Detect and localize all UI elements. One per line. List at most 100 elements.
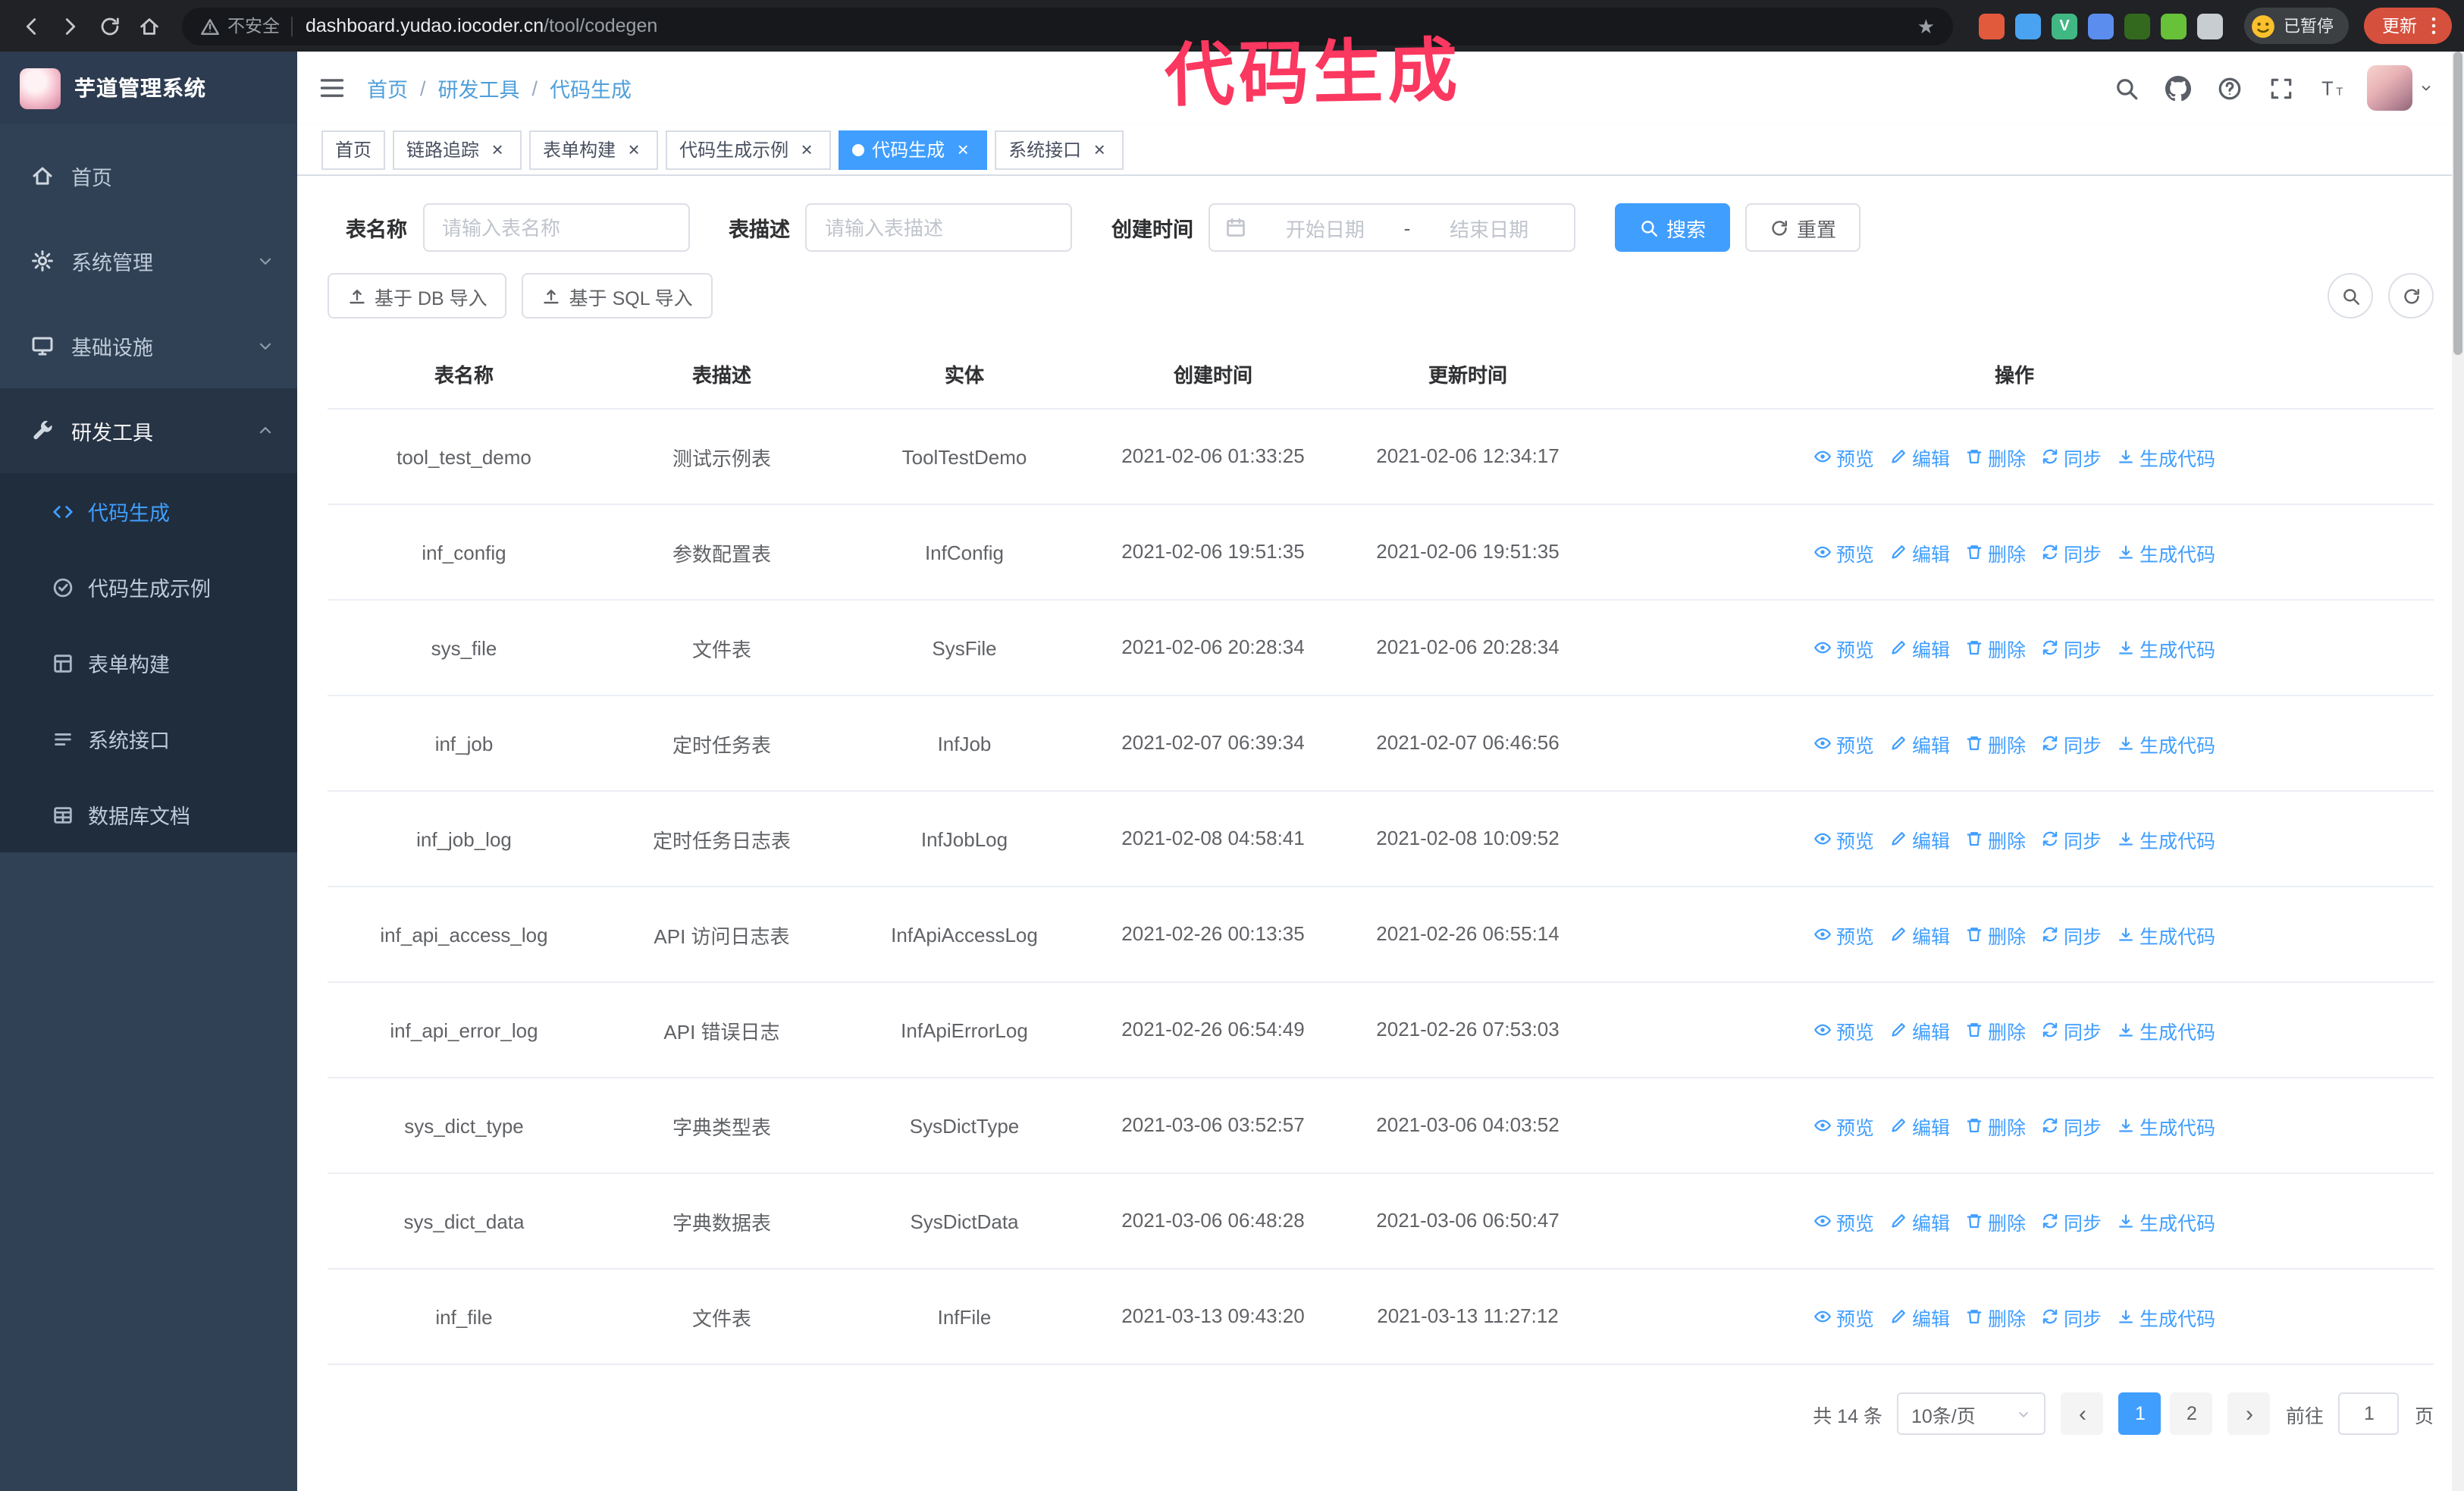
import-db-button[interactable]: 基于 DB 导入 [328, 273, 507, 319]
delete-action[interactable]: 删除 [1965, 538, 2026, 567]
sidebar-submenu-item[interactable]: 代码生成 [0, 473, 297, 549]
toggle-search-button[interactable] [2328, 273, 2373, 319]
breadcrumb-item[interactable]: 首页 [367, 73, 408, 103]
browser-extension-icon[interactable] [2088, 13, 2114, 39]
delete-action[interactable]: 删除 [1965, 729, 2026, 758]
preview-action[interactable]: 预览 [1814, 1111, 1874, 1140]
delete-action[interactable]: 删除 [1965, 824, 2026, 853]
generate-code-action[interactable]: 生成代码 [2117, 729, 2215, 758]
tab-close-icon[interactable]: × [623, 139, 644, 160]
tab-close-icon[interactable]: × [487, 139, 508, 160]
search-button[interactable]: 搜索 [1615, 203, 1731, 252]
generate-code-action[interactable]: 生成代码 [2117, 1302, 2215, 1331]
preview-action[interactable]: 预览 [1814, 1015, 1874, 1044]
chevron-down-icon[interactable] [2419, 80, 2434, 96]
delete-action[interactable]: 删除 [1965, 920, 2026, 949]
bookmark-star-icon[interactable]: ★ [1917, 16, 1935, 36]
browser-extension-icon[interactable]: V [2052, 13, 2077, 39]
tab[interactable]: 表单构建 × [529, 130, 659, 169]
breadcrumb-item[interactable]: 研发工具 [438, 73, 520, 103]
edit-action[interactable]: 编辑 [1889, 1302, 1950, 1331]
browser-extension-icon[interactable] [1979, 13, 2005, 39]
browser-extension-icon[interactable] [2015, 13, 2041, 39]
edit-action[interactable]: 编辑 [1889, 538, 1950, 567]
tab-close-icon[interactable]: × [1089, 139, 1110, 160]
edit-action[interactable]: 编辑 [1889, 824, 1950, 853]
search-icon[interactable] [2114, 75, 2140, 101]
browser-reload-icon[interactable] [91, 8, 127, 44]
preview-action[interactable]: 预览 [1814, 442, 1874, 471]
sync-action[interactable]: 同步 [2041, 920, 2102, 949]
preview-action[interactable]: 预览 [1814, 633, 1874, 662]
tab[interactable]: 代码生成 × [839, 130, 988, 169]
preview-action[interactable]: 预览 [1814, 1302, 1874, 1331]
prev-page-button[interactable]: ‹ [2061, 1392, 2104, 1435]
delete-action[interactable]: 删除 [1965, 633, 2026, 662]
tab[interactable]: 首页 [321, 130, 386, 169]
browser-forward-icon[interactable] [52, 8, 88, 44]
sidebar-toggle-icon[interactable] [318, 74, 346, 102]
next-page-button[interactable]: › [2227, 1392, 2271, 1435]
question-icon[interactable] [2217, 75, 2243, 101]
edit-action[interactable]: 编辑 [1889, 729, 1950, 758]
edit-action[interactable]: 编辑 [1889, 920, 1950, 949]
sidebar-menu-item[interactable]: 系统管理 [0, 218, 297, 303]
page-number-button[interactable]: 1 [2118, 1392, 2161, 1435]
sync-action[interactable]: 同步 [2041, 1015, 2102, 1044]
edit-action[interactable]: 编辑 [1889, 442, 1950, 471]
profile-paused-button[interactable]: 已暂停 [2244, 8, 2349, 44]
tab-close-icon[interactable]: × [952, 139, 973, 160]
delete-action[interactable]: 删除 [1965, 1302, 2026, 1331]
tab[interactable]: 系统接口 × [995, 130, 1124, 169]
edit-action[interactable]: 编辑 [1889, 1015, 1950, 1044]
fullscreen-icon[interactable] [2268, 75, 2294, 101]
table-name-input[interactable] [422, 203, 689, 252]
scrollbar-thumb[interactable] [2453, 52, 2462, 355]
tab-close-icon[interactable]: × [796, 139, 817, 160]
generate-code-action[interactable]: 生成代码 [2117, 633, 2215, 662]
browser-extension-icon[interactable] [2197, 13, 2223, 39]
date-start-placeholder[interactable]: 开始日期 [1256, 213, 1395, 242]
sidebar-menu-item[interactable]: 首页 [0, 133, 297, 218]
browser-back-icon[interactable] [12, 8, 49, 44]
generate-code-action[interactable]: 生成代码 [2117, 442, 2215, 471]
goto-page-input[interactable] [2338, 1392, 2400, 1435]
delete-action[interactable]: 删除 [1965, 1111, 2026, 1140]
user-avatar[interactable] [2367, 65, 2412, 111]
sidebar-submenu-item[interactable]: 代码生成示例 [0, 549, 297, 625]
generate-code-action[interactable]: 生成代码 [2117, 920, 2215, 949]
reset-button[interactable]: 重置 [1745, 203, 1861, 252]
date-range-picker[interactable]: 开始日期 - 结束日期 [1208, 203, 1575, 252]
edit-action[interactable]: 编辑 [1889, 1207, 1950, 1235]
browser-extension-icon[interactable] [2161, 13, 2187, 39]
tab[interactable]: 代码生成示例 × [666, 130, 832, 169]
delete-action[interactable]: 删除 [1965, 1015, 2026, 1044]
sidebar-menu-item[interactable]: 研发工具 [0, 388, 297, 473]
page-number-button[interactable]: 2 [2170, 1392, 2213, 1435]
table-desc-input[interactable] [805, 203, 1072, 252]
edit-action[interactable]: 编辑 [1889, 1111, 1950, 1140]
delete-action[interactable]: 删除 [1965, 442, 2026, 471]
browser-home-icon[interactable] [130, 8, 167, 44]
sidebar-submenu-item[interactable]: 系统接口 [0, 701, 297, 777]
sync-action[interactable]: 同步 [2041, 1302, 2102, 1331]
browser-update-button[interactable]: 更新 [2364, 8, 2452, 44]
browser-extension-icon[interactable] [2124, 13, 2150, 39]
sync-action[interactable]: 同步 [2041, 729, 2102, 758]
edit-action[interactable]: 编辑 [1889, 633, 1950, 662]
tab[interactable]: 链路追踪 × [393, 130, 522, 169]
preview-action[interactable]: 预览 [1814, 824, 1874, 853]
refresh-table-button[interactable] [2388, 273, 2434, 319]
preview-action[interactable]: 预览 [1814, 729, 1874, 758]
sync-action[interactable]: 同步 [2041, 1207, 2102, 1235]
import-sql-button[interactable]: 基于 SQL 导入 [522, 273, 713, 319]
sync-action[interactable]: 同步 [2041, 633, 2102, 662]
breadcrumb-item[interactable]: 代码生成 [550, 73, 632, 103]
date-end-placeholder[interactable]: 结束日期 [1419, 213, 1559, 242]
scrollbar[interactable] [2452, 52, 2464, 1491]
generate-code-action[interactable]: 生成代码 [2117, 1111, 2215, 1140]
generate-code-action[interactable]: 生成代码 [2117, 1207, 2215, 1235]
sync-action[interactable]: 同步 [2041, 538, 2102, 567]
sidebar-menu-item[interactable]: 基础设施 [0, 303, 297, 388]
sync-action[interactable]: 同步 [2041, 442, 2102, 471]
